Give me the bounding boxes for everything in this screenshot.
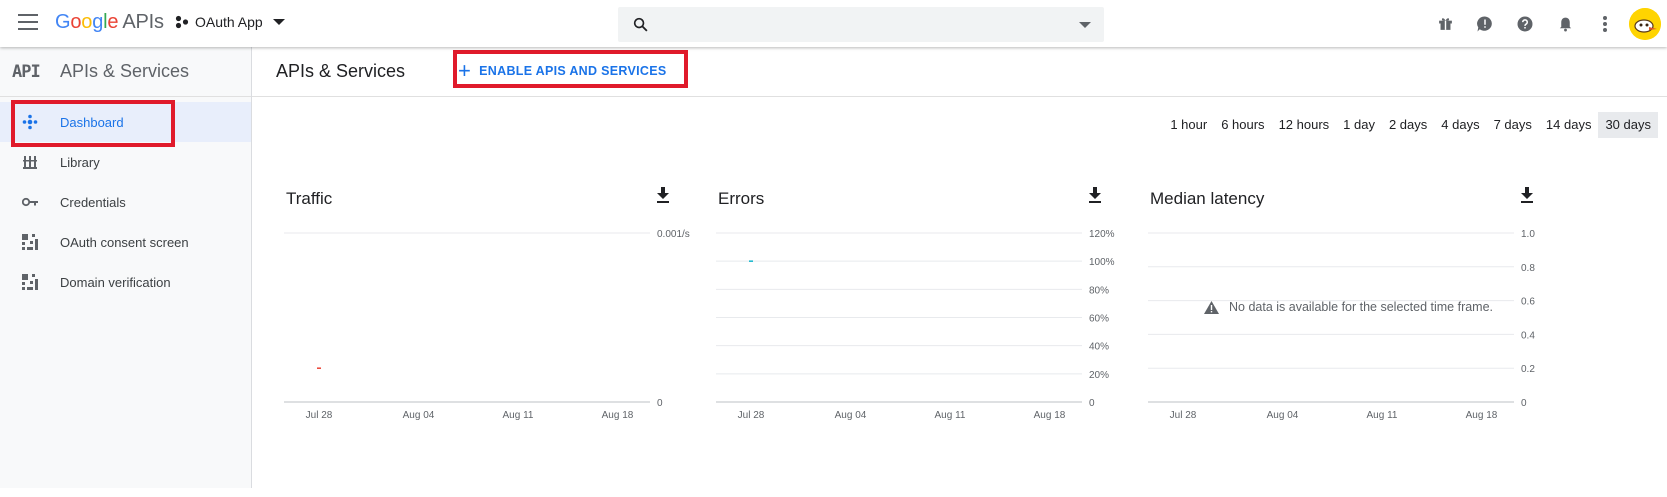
search-input[interactable] (618, 7, 1104, 42)
no-data-text: No data is available for the selected ti… (1229, 300, 1494, 314)
y-tick-label: 0.2 (1521, 364, 1535, 375)
y-tick-label: 0.8 (1521, 263, 1535, 274)
no-data-message: No data is available for the selected ti… (1204, 300, 1493, 314)
enable-apis-button[interactable]: + ENABLE APIS AND SERVICES (458, 58, 667, 83)
sidebar-item-domain-verification[interactable]: Domain verification (0, 262, 251, 302)
sidebar-item-label: Library (60, 154, 100, 170)
project-icon (175, 15, 189, 29)
gift-icon[interactable] (1425, 4, 1465, 44)
sidebar-item-credentials[interactable]: Credentials (0, 182, 251, 222)
warning-icon (1204, 300, 1219, 314)
x-tick-label: Aug 11 (1367, 410, 1398, 421)
sidebar-header: API APIs & Services (0, 47, 251, 97)
y-tick-label: 0 (1089, 398, 1095, 409)
top-app-bar: Google APIs OAuth App (0, 0, 1667, 47)
errors-chart: 120% 100% 80% 60% 40% 20% 0 Jul 28 Aug 04 Aug 11 A… (716, 229, 1115, 421)
feedback-icon[interactable] (1465, 4, 1505, 44)
x-tick-label: Aug 04 (835, 410, 867, 421)
time-range-option[interactable]: 12 hours (1272, 112, 1337, 138)
logo-letter: e (107, 11, 119, 33)
y-tick-label: 0 (1521, 398, 1527, 409)
main-content: APIs & Services + ENABLE APIS AND SERVIC… (252, 47, 1667, 488)
library-icon (0, 155, 60, 169)
logo-letter: o (70, 11, 82, 33)
time-range-option-selected[interactable]: 30 days (1598, 112, 1658, 138)
notifications-icon[interactable] (1545, 4, 1585, 44)
x-tick-label: Aug 11 (935, 410, 966, 421)
x-tick-label: Jul 28 (1170, 410, 1197, 421)
avatar[interactable] (1629, 7, 1661, 40)
logo-letter: o (81, 11, 93, 33)
errors-chart-card: Errors 120% 100% 80% 60% 40% 20% 0 Jul 28 Aug 04… (702, 177, 1132, 497)
time-range-option[interactable]: 7 days (1487, 112, 1539, 138)
sidebar-item-oauth-consent[interactable]: OAuth consent screen (0, 222, 251, 262)
time-range-option[interactable]: 1 hour (1163, 112, 1214, 138)
traffic-chart-card: Traffic 0.001/s 0 Jul 28 Aug 04 Aug 11 Aug 18 (270, 177, 700, 497)
sidebar-item-label: OAuth consent screen (60, 234, 189, 250)
plus-icon: + (458, 58, 472, 83)
search-dropdown-icon[interactable] (1079, 22, 1091, 28)
verification-icon (0, 274, 60, 290)
dashboard-icon (0, 114, 60, 130)
logo-suffix: APIs (122, 11, 164, 33)
sidebar-item-dashboard[interactable]: Dashboard (0, 102, 251, 142)
x-tick-label: Aug 18 (602, 410, 634, 421)
chevron-down-icon (272, 19, 285, 25)
y-tick-label: 0.6 (1521, 297, 1535, 308)
sidebar-item-label: Dashboard (60, 114, 124, 130)
y-tick-label: 20% (1089, 370, 1109, 381)
key-icon (0, 197, 60, 207)
time-range-option[interactable]: 2 days (1382, 112, 1434, 138)
search-icon (633, 17, 648, 32)
consent-icon (0, 234, 60, 250)
x-tick-label: Aug 04 (403, 410, 435, 421)
y-tick-label: 40% (1089, 342, 1109, 353)
more-vert-icon[interactable] (1585, 4, 1625, 44)
sidebar-item-library[interactable]: Library (0, 142, 251, 182)
enable-apis-label: ENABLE APIS AND SERVICES (479, 64, 667, 78)
y-tick-label: 0 (657, 398, 663, 409)
page-title: APIs & Services (276, 61, 406, 81)
project-selector[interactable]: OAuth App (175, 14, 285, 30)
x-tick-label: Aug 18 (1466, 410, 1498, 421)
y-tick-label: 100% (1089, 257, 1115, 268)
time-range-option[interactable]: 14 days (1539, 112, 1599, 138)
y-tick-label: 60% (1089, 314, 1109, 325)
logo-letter: G (55, 11, 71, 33)
x-tick-label: Jul 28 (738, 410, 765, 421)
x-tick-label: Aug 11 (503, 410, 534, 421)
sidebar-item-label: Domain verification (60, 274, 171, 290)
y-tick-label: 0.4 (1521, 330, 1535, 341)
api-badge: API (12, 61, 41, 82)
sidebar-title: APIs & Services (60, 61, 190, 81)
x-tick-label: Aug 04 (1267, 410, 1299, 421)
page-header: APIs & Services + ENABLE APIS AND SERVIC… (252, 47, 1667, 97)
x-tick-label: Jul 28 (306, 410, 333, 421)
latency-chart-card: Median latency 1.0 0.8 0.6 0.4 0.2 0 Jul 28 Aug… (1134, 177, 1564, 497)
y-tick-label: 0.001/s (657, 229, 690, 240)
time-range-option[interactable]: 1 day (1336, 112, 1382, 138)
time-range-option[interactable]: 4 days (1434, 112, 1486, 138)
latency-chart: 1.0 0.8 0.6 0.4 0.2 0 Jul 28 Aug 04 Aug 11 Aug 18 (1148, 229, 1535, 421)
y-tick-label: 120% (1089, 229, 1115, 240)
traffic-chart: 0.001/s 0 Jul 28 Aug 04 Aug 11 Aug 18 (284, 229, 690, 421)
project-name: OAuth App (195, 14, 263, 30)
sidebar: API APIs & Services Dashboard Library Cr… (0, 47, 252, 488)
help-icon[interactable] (1505, 4, 1545, 44)
sidebar-item-label: Credentials (60, 194, 126, 210)
y-tick-label: 80% (1089, 285, 1109, 296)
y-tick-label: 1.0 (1521, 229, 1535, 240)
x-tick-label: Aug 18 (1034, 410, 1066, 421)
logo-letter: g (92, 11, 104, 33)
time-range-selector: 1 hour 6 hours 12 hours 1 day 2 days 4 d… (1163, 112, 1658, 138)
time-range-option[interactable]: 6 hours (1214, 112, 1271, 138)
main-menu-icon[interactable] (18, 14, 38, 30)
google-apis-logo[interactable]: Google APIs (55, 11, 164, 34)
